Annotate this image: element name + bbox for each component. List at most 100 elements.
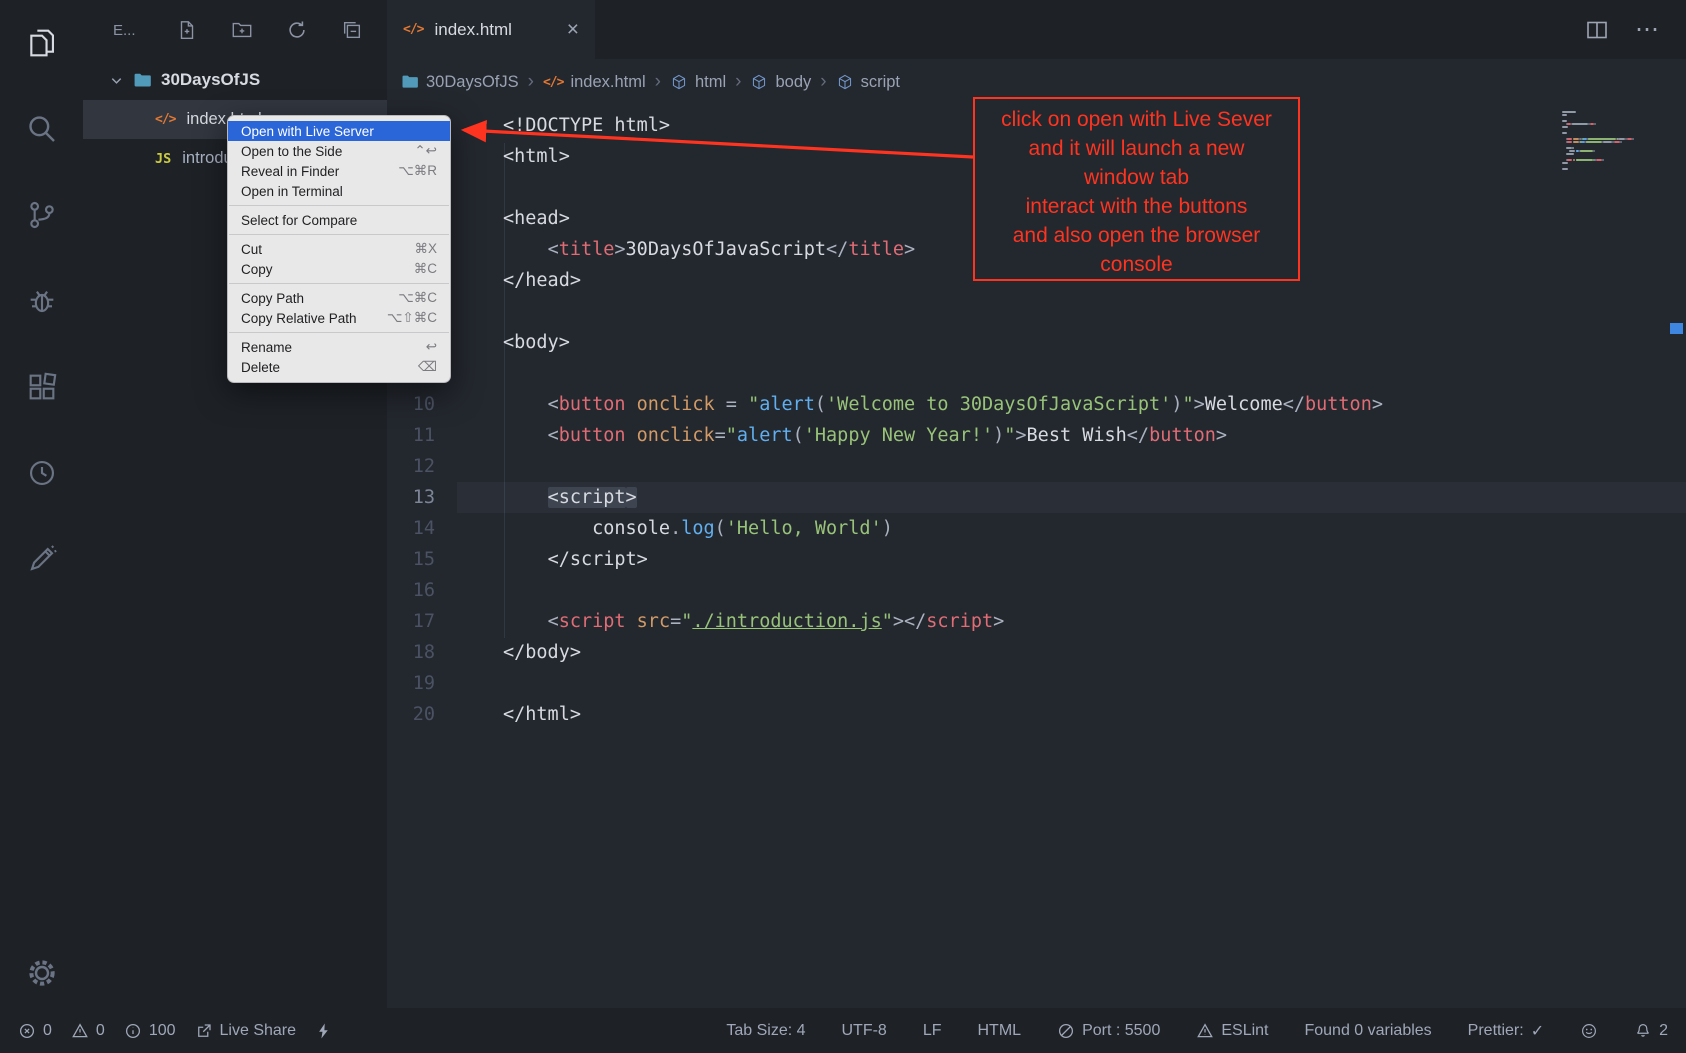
- context-menu-item[interactable]: Open with Live Server: [228, 121, 450, 141]
- activity-feedback-button[interactable]: [0, 516, 83, 602]
- code-line[interactable]: </script>: [457, 544, 1686, 575]
- folder-row-30daysofjs[interactable]: 30DaysOfJS: [83, 60, 387, 100]
- bell-icon: [1634, 1022, 1652, 1040]
- breadcrumb-separator: ›: [820, 71, 826, 93]
- context-menu-item[interactable]: Delete⌫: [228, 357, 450, 377]
- tab-bar: </> index.html × ⋯: [387, 0, 1686, 59]
- code-line[interactable]: <script>: [457, 482, 1686, 513]
- code-line[interactable]: [457, 451, 1686, 482]
- extensions-icon: [26, 371, 58, 403]
- menu-item-shortcut: ⌘X: [414, 241, 437, 257]
- code-line[interactable]: [457, 668, 1686, 699]
- code-line[interactable]: [457, 296, 1686, 327]
- activity-search-button[interactable]: [0, 86, 83, 172]
- code-line[interactable]: <script src="./introduction.js"></script…: [457, 606, 1686, 637]
- tab-index-html[interactable]: </> index.html ×: [387, 0, 595, 59]
- menu-item-shortcut: ⌥⇧⌘C: [387, 310, 437, 326]
- menu-item-label: Reveal in Finder: [241, 164, 339, 179]
- close-tab-icon[interactable]: ×: [567, 18, 579, 42]
- breadcrumb-item-body[interactable]: body: [750, 73, 811, 92]
- context-menu-item[interactable]: Rename↩: [228, 337, 450, 357]
- annotation-line: window tab: [975, 163, 1298, 192]
- live-share-button[interactable]: Live Share: [195, 1022, 297, 1040]
- activity-extensions-button[interactable]: [0, 344, 83, 430]
- menu-item-label: Copy Path: [241, 291, 304, 306]
- warnings-indicator[interactable]: 0: [71, 1022, 105, 1040]
- line-number: 19: [387, 668, 435, 699]
- code-line[interactable]: </html>: [457, 699, 1686, 730]
- menu-separator: [229, 205, 449, 206]
- variables-indicator[interactable]: Found 0 variables: [1304, 1022, 1431, 1040]
- menu-item-shortcut: ⌃↩: [414, 143, 437, 159]
- context-menu-item[interactable]: Copy Relative Path⌥⇧⌘C: [228, 308, 450, 328]
- breadcrumb-separator: ›: [735, 71, 741, 93]
- info-indicator[interactable]: 100: [124, 1022, 176, 1040]
- new-file-icon[interactable]: [176, 19, 198, 41]
- menu-item-label: Copy: [241, 262, 273, 277]
- code-line[interactable]: <button onclick = "alert('Welcome to 30D…: [457, 389, 1686, 420]
- notifications-button[interactable]: 2: [1634, 1022, 1668, 1040]
- activity-bar: [0, 0, 83, 1008]
- line-number: 16: [387, 575, 435, 606]
- folder-icon: [401, 73, 419, 91]
- annotation-box: click on open with Live Severand it will…: [973, 97, 1300, 281]
- new-folder-icon[interactable]: [231, 19, 253, 41]
- activity-explorer-button[interactable]: [0, 0, 83, 86]
- menu-item-shortcut: ⌥⌘C: [398, 290, 437, 306]
- line-number: 18: [387, 637, 435, 668]
- overview-ruler-marker: [1670, 323, 1683, 334]
- context-menu-item[interactable]: Open to the Side⌃↩: [228, 141, 450, 161]
- line-number: 13: [387, 482, 435, 513]
- menu-item-shortcut: ↩: [426, 339, 437, 355]
- encoding-indicator[interactable]: UTF-8: [842, 1022, 887, 1040]
- refresh-icon[interactable]: [286, 19, 308, 41]
- activity-source-control-button[interactable]: [0, 172, 83, 258]
- code-line[interactable]: </body>: [457, 637, 1686, 668]
- code-line[interactable]: <button onclick="alert('Happy New Year!'…: [457, 420, 1686, 451]
- activity-history-button[interactable]: [0, 430, 83, 516]
- feedback-smiley-button[interactable]: [1580, 1022, 1598, 1040]
- check-icon: ✓: [1531, 1021, 1544, 1041]
- clock-history-icon: [26, 457, 58, 489]
- code-line[interactable]: <body>: [457, 327, 1686, 358]
- eslint-indicator[interactable]: ESLint: [1196, 1022, 1268, 1040]
- menu-separator: [229, 283, 449, 284]
- breadcrumb-item-html[interactable]: html: [670, 73, 726, 92]
- context-menu-item[interactable]: Select for Compare: [228, 210, 450, 230]
- settings-button[interactable]: [0, 938, 83, 1008]
- breadcrumb-item-script[interactable]: script: [836, 73, 900, 92]
- split-editor-icon[interactable]: [1585, 18, 1609, 42]
- pen-feedback-icon: [26, 543, 58, 575]
- share-icon: [195, 1022, 213, 1040]
- more-actions-icon[interactable]: ⋯: [1635, 18, 1660, 42]
- breadcrumb-item-folder[interactable]: 30DaysOfJS: [401, 73, 519, 92]
- minimap[interactable]: [1562, 111, 1658, 241]
- eol-indicator[interactable]: LF: [923, 1022, 942, 1040]
- errors-indicator[interactable]: 0: [18, 1022, 52, 1040]
- annotation-line: and also open the browser: [975, 221, 1298, 250]
- html-file-icon: </>: [155, 112, 175, 127]
- tab-size-indicator[interactable]: Tab Size: 4: [726, 1022, 805, 1040]
- smiley-icon: [1580, 1022, 1598, 1040]
- context-menu-item[interactable]: Open in Terminal: [228, 181, 450, 201]
- zap-button[interactable]: [315, 1022, 333, 1040]
- context-menu-item[interactable]: Reveal in Finder⌥⌘R: [228, 161, 450, 181]
- language-indicator[interactable]: HTML: [978, 1022, 1022, 1040]
- breadcrumb-item-file[interactable]: </> index.html: [543, 73, 646, 92]
- activity-debug-button[interactable]: [0, 258, 83, 344]
- code-line[interactable]: [457, 575, 1686, 606]
- prettier-indicator[interactable]: Prettier: ✓: [1468, 1021, 1544, 1041]
- code-line[interactable]: [457, 358, 1686, 389]
- context-menu-item[interactable]: Copy Path ⌥⌘C: [228, 288, 450, 308]
- warning-triangle-icon: [1196, 1022, 1214, 1040]
- port-indicator[interactable]: Port : 5500: [1057, 1022, 1160, 1040]
- menu-item-label: Open with Live Server: [241, 124, 374, 139]
- context-menu-item[interactable]: Copy⌘C: [228, 259, 450, 279]
- code-line[interactable]: console.log('Hello, World'): [457, 513, 1686, 544]
- collapse-all-icon[interactable]: [341, 19, 363, 41]
- root-folder-label: 30DaysOfJS: [161, 70, 260, 90]
- annotation-line: and it will launch a new: [975, 134, 1298, 163]
- folder-icon: [133, 71, 152, 90]
- context-menu-item[interactable]: Cut⌘X: [228, 239, 450, 259]
- line-number: 10: [387, 389, 435, 420]
